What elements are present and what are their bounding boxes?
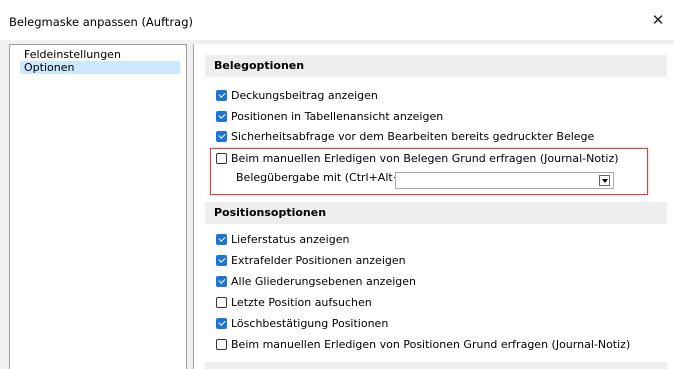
checkbox-belege-grund[interactable] <box>216 152 227 164</box>
belegubergabe-label: Belegübergabe mit (Ctrl+Alt+U) <box>236 171 415 184</box>
close-icon[interactable]: ✕ <box>648 10 668 30</box>
checkbox-row-loeschbestaetigung[interactable]: Löschbestätigung Positionen <box>216 315 388 331</box>
tree-item-optionen[interactable]: Optionen <box>20 61 180 74</box>
checkbox-row-positionen-grund[interactable]: Beim manuellen Erledigen von Positionen … <box>216 336 630 352</box>
section-header-belegoptionen: Belegoptionen <box>205 55 667 77</box>
checkbox-label: Letzte Position aufsuchen <box>231 295 372 309</box>
checkbox-extrafelder[interactable] <box>216 254 227 266</box>
checkbox-row-belege-grund[interactable]: Beim manuellen Erledigen von Belegen Gru… <box>216 150 619 166</box>
section-header-next <box>205 362 667 369</box>
checkbox-lieferstatus[interactable] <box>216 233 227 245</box>
checkbox-row-letzte-position[interactable]: Letzte Position aufsuchen <box>216 294 372 310</box>
checkbox-sicherheitsabfrage[interactable] <box>216 130 227 142</box>
checkbox-deckungsbeitrag[interactable] <box>216 89 227 101</box>
options-tree: Feldeinstellungen Optionen <box>9 44 187 369</box>
checkbox-row-tabellenansicht[interactable]: Positionen in Tabellenansicht anzeigen <box>216 108 443 124</box>
section-header-positionsoptionen: Positionsoptionen <box>205 202 667 224</box>
checkbox-tabellenansicht[interactable] <box>216 110 227 122</box>
checkbox-loeschbestaetigung[interactable] <box>216 317 227 329</box>
checkbox-row-gliederungsebenen[interactable]: Alle Gliederungsebenen anzeigen <box>216 273 416 289</box>
chevron-down-icon[interactable] <box>599 175 610 186</box>
checkbox-label: Beim manuellen Erledigen von Belegen Gru… <box>231 151 619 165</box>
checkbox-row-lieferstatus[interactable]: Lieferstatus anzeigen <box>216 231 349 247</box>
checkbox-label: Löschbestätigung Positionen <box>231 316 389 330</box>
checkbox-row-deckungsbeitrag[interactable]: Deckungsbeitrag anzeigen <box>216 87 378 103</box>
title-bar: Belegmaske anpassen (Auftrag) ✕ <box>0 0 674 40</box>
checkbox-label: Beim manuellen Erledigen von Positionen … <box>231 337 631 351</box>
checkbox-letzte-position[interactable] <box>216 296 227 308</box>
checkbox-label: Alle Gliederungsebenen anzeigen <box>231 274 416 288</box>
window-title: Belegmaske anpassen (Auftrag) <box>9 15 193 29</box>
checkbox-label: Sicherheitsabfrage vor dem Bearbeiten be… <box>231 129 595 143</box>
checkbox-label: Lieferstatus anzeigen <box>231 232 350 246</box>
checkbox-gliederungsebenen[interactable] <box>216 275 227 287</box>
checkbox-label: Extrafelder Positionen anzeigen <box>231 253 406 267</box>
tree-item-feldeinstellungen[interactable]: Feldeinstellungen <box>20 48 129 61</box>
checkbox-row-sicherheitsabfrage[interactable]: Sicherheitsabfrage vor dem Bearbeiten be… <box>216 128 594 144</box>
options-panel: Belegoptionen Deckungsbeitrag anzeigen P… <box>194 44 674 369</box>
checkbox-positionen-grund[interactable] <box>216 338 227 350</box>
checkbox-label: Positionen in Tabellenansicht anzeigen <box>231 109 444 123</box>
checkbox-row-extrafelder[interactable]: Extrafelder Positionen anzeigen <box>216 252 406 268</box>
belegubergabe-dropdown[interactable] <box>395 172 614 189</box>
checkbox-label: Deckungsbeitrag anzeigen <box>231 88 378 102</box>
